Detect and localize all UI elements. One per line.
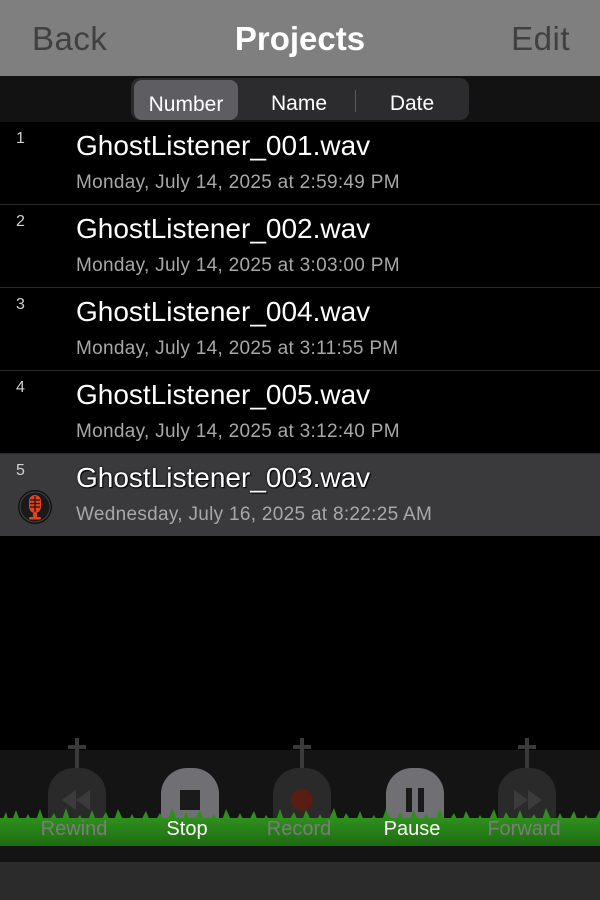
sort-option-date[interactable]: Date bbox=[357, 78, 467, 120]
project-name: GhostListener_003.wav bbox=[76, 462, 371, 493]
list-item[interactable]: 4 GhostListener_005.wav Monday, July 14,… bbox=[0, 371, 600, 454]
record-label[interactable]: Record bbox=[249, 818, 349, 841]
project-name: GhostListener_001.wav bbox=[76, 130, 371, 161]
segment-divider bbox=[355, 90, 356, 112]
bottom-strip bbox=[0, 862, 600, 900]
row-number: 4 bbox=[16, 379, 25, 396]
sort-option-name[interactable]: Name bbox=[245, 78, 353, 120]
pause-label[interactable]: Pause bbox=[362, 818, 462, 841]
sort-bar: Number Name Date bbox=[0, 76, 600, 122]
edit-button[interactable]: Edit bbox=[511, 20, 570, 58]
project-date: Monday, July 14, 2025 at 3:11:55 PM bbox=[76, 338, 399, 359]
row-number: 5 bbox=[16, 462, 25, 479]
sort-option-number[interactable]: Number bbox=[134, 80, 238, 120]
page-title: Projects bbox=[234, 20, 366, 57]
project-name: GhostListener_002.wav bbox=[76, 213, 371, 244]
project-list: 1 GhostListener_001.wav Monday, July 14,… bbox=[0, 122, 600, 536]
project-date: Monday, July 14, 2025 at 3:12:40 PM bbox=[76, 421, 400, 442]
row-number: 3 bbox=[16, 296, 25, 313]
project-date: Wednesday, July 16, 2025 at 8:22:25 AM bbox=[76, 504, 433, 525]
navigation-bar: Back Projects Edit bbox=[0, 0, 600, 77]
list-item[interactable]: 1 GhostListener_001.wav Monday, July 14,… bbox=[0, 122, 600, 205]
row-number: 1 bbox=[16, 130, 25, 147]
cross-icon bbox=[293, 738, 311, 768]
list-item-active[interactable]: 5 GhostListener_003.wav Wednesday, July … bbox=[0, 454, 600, 536]
list-item[interactable]: 3 GhostListener_004.wav Monday, July 14,… bbox=[0, 288, 600, 371]
cross-icon bbox=[518, 738, 536, 768]
sort-segmented-control: Number Name Date bbox=[131, 78, 469, 120]
project-date: Monday, July 14, 2025 at 3:03:00 PM bbox=[76, 255, 400, 276]
rewind-label[interactable]: Rewind bbox=[24, 818, 124, 841]
cross-icon bbox=[68, 738, 86, 768]
microphone-icon bbox=[18, 490, 52, 524]
stop-label[interactable]: Stop bbox=[137, 818, 237, 841]
project-date: Monday, July 14, 2025 at 2:59:49 PM bbox=[76, 172, 400, 193]
forward-label[interactable]: Forward bbox=[474, 818, 574, 841]
row-number: 2 bbox=[16, 213, 25, 230]
project-name: GhostListener_005.wav bbox=[76, 379, 371, 410]
list-item[interactable]: 2 GhostListener_002.wav Monday, July 14,… bbox=[0, 205, 600, 288]
project-name: GhostListener_004.wav bbox=[76, 296, 371, 327]
